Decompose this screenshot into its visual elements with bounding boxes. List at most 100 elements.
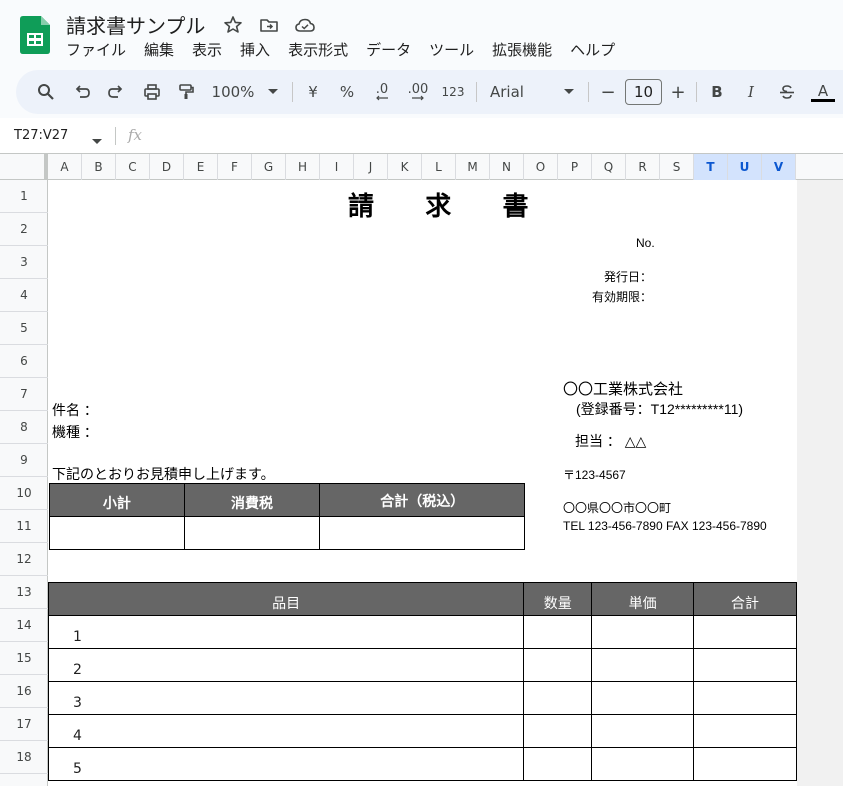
column-header-f[interactable]: F [218,154,252,180]
column-header-p[interactable]: P [558,154,592,180]
row-header-3[interactable]: 3 [0,246,48,279]
row-header-1[interactable]: 1 [0,180,48,213]
column-header-q[interactable]: Q [592,154,626,180]
font-family-select[interactable]: Arial [490,70,530,114]
subtotal-cell[interactable] [49,516,185,550]
menu-insert[interactable]: 挿入 [240,39,270,60]
column-header-i[interactable]: I [320,154,354,180]
menu-format[interactable]: 表示形式 [288,39,348,60]
column-header-o[interactable]: O [524,154,558,180]
contact-person: 担当 ： △△ [575,433,647,449]
move-folder-icon[interactable] [258,14,280,36]
tax-cell[interactable] [183,516,321,550]
table-row[interactable]: 2 [47,648,797,682]
column-header-g[interactable]: G [252,154,286,180]
column-header-j[interactable]: J [354,154,388,180]
column-header-v[interactable]: V [762,154,796,180]
select-all-corner[interactable] [0,154,48,180]
row-header-10[interactable]: 10 [0,477,48,510]
table-row[interactable]: 1 [47,615,797,649]
menu-edit[interactable]: 編集 [144,39,174,60]
star-icon[interactable] [222,14,244,36]
menu-tools[interactable]: ツール [429,39,474,60]
name-box-dropdown-icon[interactable] [92,130,102,149]
currency-format-button[interactable]: ¥ [302,70,324,114]
font-size-input[interactable]: 10 [625,79,662,105]
row-header-8[interactable]: 8 [0,411,48,444]
column-header-d[interactable]: D [150,154,184,180]
items-table: 品目 数量 単価 合計 1 2 3 4 5 [47,582,797,781]
spreadsheet-app: 請求書サンプル ファイル 編集 表示 挿入 表示形式 データ ツール 拡張機能 … [0,0,843,786]
increase-decimal-label: .00 [407,81,429,97]
table-row[interactable]: 5 [47,747,797,781]
item-number: 5 [47,747,525,781]
column-header-k[interactable]: K [388,154,422,180]
column-header-c[interactable]: C [116,154,150,180]
decrease-decimal-button[interactable]: .0 [368,70,396,114]
column-header-r[interactable]: R [626,154,660,180]
italic-button[interactable]: I [740,70,762,114]
address: 〇〇県〇〇市〇〇町 [563,501,672,515]
decrease-font-size-button[interactable]: − [598,70,618,114]
column-header-n[interactable]: N [490,154,524,180]
row-header-13[interactable]: 13 [0,576,48,609]
row-header-11[interactable]: 11 [0,510,48,543]
cloud-saved-icon[interactable] [294,14,316,36]
zoom-dropdown-icon[interactable] [266,70,280,114]
menu-extensions[interactable]: 拡張機能 [492,39,552,60]
total-cell[interactable] [319,516,525,550]
zoom-select[interactable]: 100% [208,70,258,114]
text-color-button[interactable]: A [810,70,836,114]
redo-icon[interactable] [104,70,128,114]
row-header-7[interactable]: 7 [0,378,48,411]
row-header-16[interactable]: 16 [0,675,48,708]
column-header-u[interactable]: U [728,154,762,180]
increase-font-size-button[interactable]: + [668,70,688,114]
more-formats-button[interactable]: 123 [440,70,466,114]
column-header-a[interactable]: A [48,154,82,180]
font-dropdown-icon[interactable] [562,70,576,114]
row-header-6[interactable]: 6 [0,345,48,378]
column-header-h[interactable]: H [286,154,320,180]
menu-help[interactable]: ヘルプ [570,39,615,60]
row-header-14[interactable]: 14 [0,609,48,642]
row-header-2[interactable]: 2 [0,213,48,246]
item-number: 3 [47,681,525,715]
menu-view[interactable]: 表示 [192,39,222,60]
print-icon[interactable] [140,70,164,114]
item-header: 品目 [47,582,525,616]
column-header-s[interactable]: S [660,154,694,180]
line-total-header: 合計 [693,582,797,616]
row-header-12[interactable]: 12 [0,543,48,576]
row-header-15[interactable]: 15 [0,642,48,675]
column-header-m[interactable]: M [456,154,490,180]
percent-format-button[interactable]: % [336,70,358,114]
bold-button[interactable]: B [706,70,728,114]
phone-fax: TEL 123-456-7890 FAX 123-456-7890 [563,519,767,533]
row-header-18[interactable]: 18 [0,741,48,774]
column-header-t[interactable]: T [694,154,728,180]
row-header-9[interactable]: 9 [0,444,48,477]
table-row[interactable]: 4 [47,714,797,748]
search-menus-icon[interactable] [34,70,58,114]
row-header-17[interactable]: 17 [0,708,48,741]
increase-decimal-button[interactable]: .00 [404,70,432,114]
column-header-b[interactable]: B [82,154,116,180]
undo-icon[interactable] [70,70,94,114]
intro-text: 下記のとおりお見積申し上げます。 [52,466,275,482]
sheets-logo-icon[interactable] [20,16,50,54]
strikethrough-icon[interactable] [776,70,798,114]
row-header-4[interactable]: 4 [0,279,48,312]
column-header-l[interactable]: L [422,154,456,180]
document-title[interactable]: 請求書サンプル [66,10,205,39]
menu-data[interactable]: データ [366,39,411,60]
table-row[interactable]: 3 [47,681,797,715]
paint-format-icon[interactable] [174,70,198,114]
name-box[interactable]: T27:V27 [14,128,68,143]
menu-file[interactable]: ファイル [66,39,126,60]
row-header-5[interactable]: 5 [0,312,48,345]
title-bar: 請求書サンプル ファイル 編集 表示 挿入 表示形式 データ ツール 拡張機能 … [0,0,843,68]
column-header-e[interactable]: E [184,154,218,180]
summary-table: 小計 消費税 合計（税込） [49,483,525,550]
invoice-sheet[interactable]: 請 求 書 No. 発行日： 有効期限： 件名 ： 機種 ： 下記のとおりお見積… [47,180,797,786]
